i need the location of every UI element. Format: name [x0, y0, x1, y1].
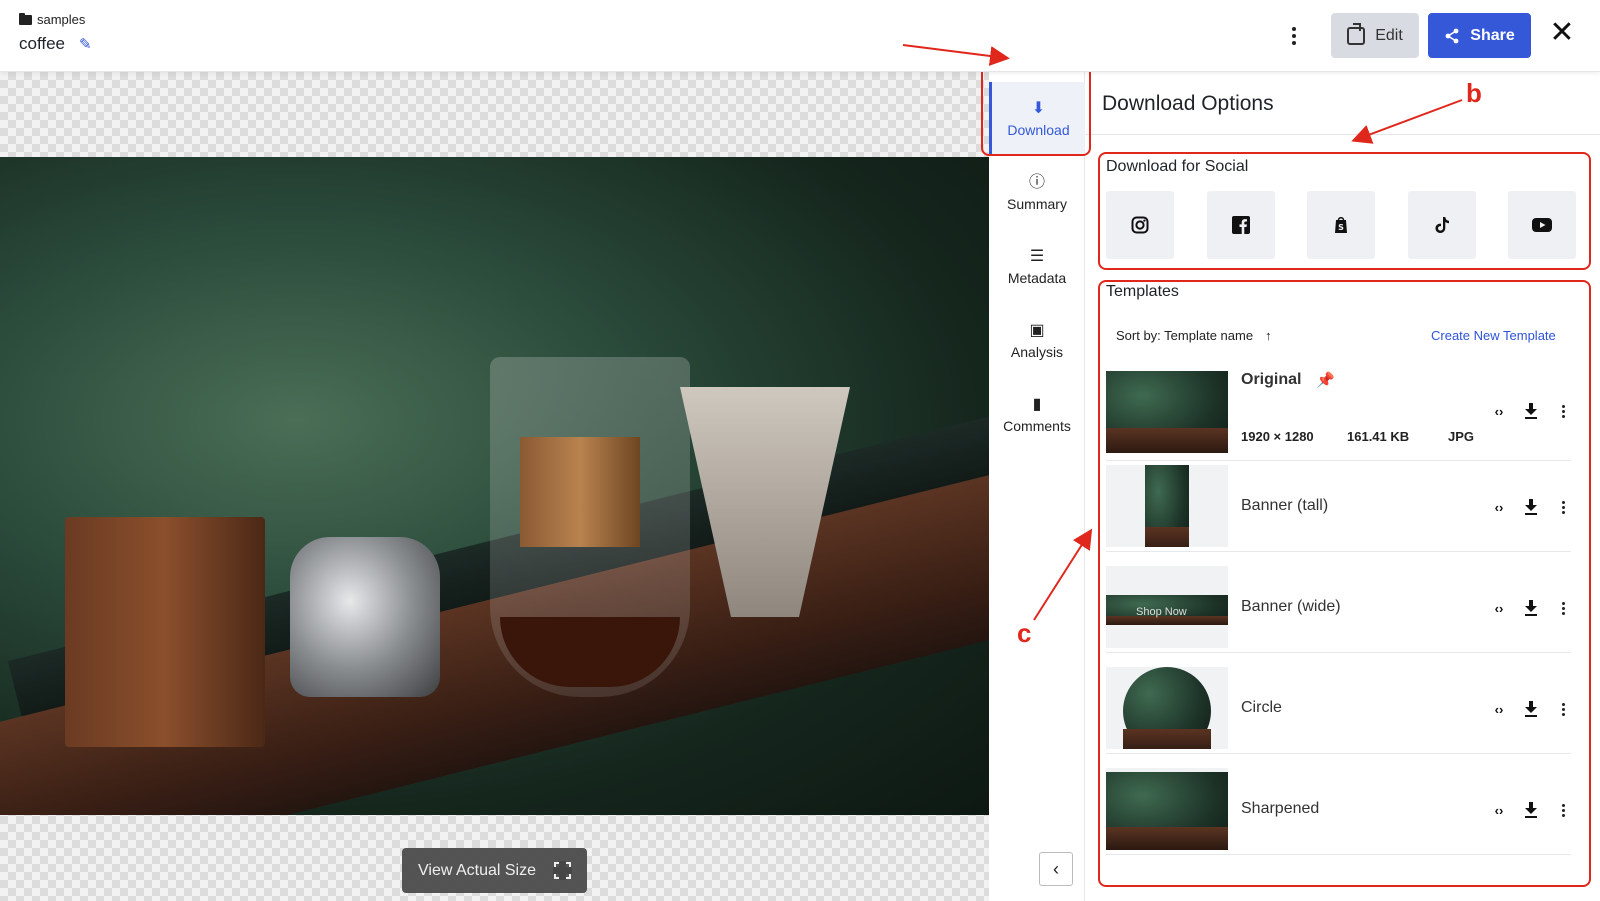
crop-rotate-icon	[1347, 22, 1366, 45]
folder-icon	[19, 12, 32, 25]
collapse-panel-button[interactable]: ‹	[1039, 852, 1073, 886]
nav-analysis[interactable]: ▣ Analysis	[989, 304, 1085, 378]
panel-divider	[1085, 134, 1600, 135]
fullscreen-icon	[553, 861, 572, 880]
nav-metadata-label: Metadata	[1007, 270, 1067, 286]
asset-title: coffee	[19, 34, 66, 53]
panel-title: Download Options	[1102, 92, 1274, 115]
breadcrumb[interactable]: samples	[19, 12, 85, 27]
annotation-box-c	[1098, 280, 1591, 887]
breadcrumb-folder[interactable]: samples	[37, 12, 85, 27]
side-rail-nav: ⬇ Download ⓘ Summary ☰ Metadata ▣ Analys…	[989, 72, 1085, 901]
nav-comments[interactable]: ▮ Comments	[989, 378, 1085, 452]
comment-icon: ▮	[1032, 396, 1042, 413]
top-bar: samples coffee ✎ Edit Share ✕	[0, 0, 1600, 72]
view-actual-size-button[interactable]: View Actual Size	[402, 848, 587, 893]
edit-button-label: Edit	[1375, 26, 1403, 44]
close-icon[interactable]: ✕	[1547, 18, 1577, 48]
more-options-button[interactable]	[1286, 22, 1302, 50]
edit-button[interactable]: Edit	[1331, 13, 1419, 58]
list-icon: ☰	[1029, 248, 1045, 265]
annotation-box-b	[1098, 152, 1591, 270]
nav-comments-label: Comments	[1003, 418, 1071, 434]
pencil-icon[interactable]: ✎	[79, 35, 92, 53]
asset-title-row: coffee ✎	[19, 34, 92, 54]
share-icon	[1445, 28, 1459, 43]
annotation-label-b: b	[1466, 78, 1482, 108]
asset-preview-image	[0, 157, 989, 815]
annotation-box-a	[981, 65, 1091, 156]
nav-summary-label: Summary	[1007, 196, 1067, 212]
nav-summary[interactable]: ⓘ Summary	[989, 156, 1085, 230]
image-analysis-icon: ▣	[1029, 322, 1045, 339]
share-button-label: Share	[1470, 26, 1515, 44]
share-button[interactable]: Share	[1428, 13, 1531, 58]
annotation-label-c: c	[1017, 618, 1032, 648]
info-icon: ⓘ	[1028, 174, 1045, 191]
view-actual-size-label: View Actual Size	[418, 861, 536, 879]
nav-metadata[interactable]: ☰ Metadata	[989, 230, 1085, 304]
nav-analysis-label: Analysis	[1010, 344, 1064, 360]
